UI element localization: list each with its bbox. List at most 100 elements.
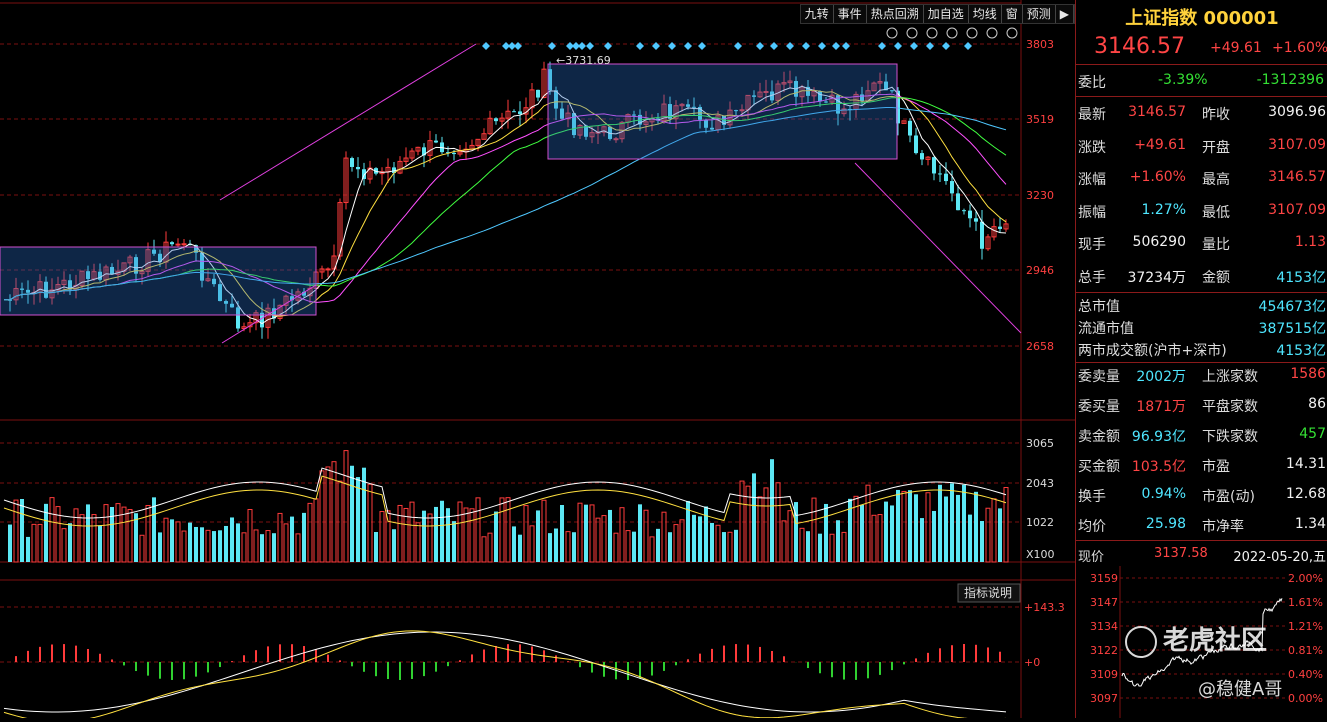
volume-bar-131 [787, 510, 793, 563]
vol-tick-3: X100 [1026, 548, 1055, 561]
volume-bar-151 [908, 490, 912, 562]
volume-bar-35 [212, 531, 216, 562]
toolbar-btn-3[interactable]: 加自选 [924, 5, 969, 23]
volume-bar-62 [374, 532, 378, 562]
toolbar-btn-0[interactable]: 九转 [801, 5, 834, 23]
volume-bar-111 [668, 532, 672, 562]
lock-icon[interactable] [946, 27, 958, 39]
volume-bar-160 [962, 484, 966, 562]
volume-bar-26 [158, 532, 162, 562]
order-row-4-cell-2: 市盈(动) [1202, 489, 1255, 505]
volume-bar-162 [974, 491, 978, 562]
volume-bar-152 [914, 494, 918, 562]
volume-bar-64 [385, 510, 391, 563]
volume-bar-37 [224, 525, 228, 562]
volume-bar-52 [313, 498, 319, 563]
signal-diamond-15 [734, 42, 742, 50]
volume-bar-92 [554, 528, 558, 562]
order-row-2-cell-0: 卖金额 [1078, 429, 1120, 445]
order-row-5-cell-0: 均价 [1078, 519, 1106, 535]
mini-right-tick-2: 1.21% [1288, 620, 1323, 633]
volume-bar-1 [8, 524, 12, 562]
watermark-logo: 老虎社区 [1125, 620, 1267, 658]
volume-bar-33 [200, 527, 204, 562]
chart-canvas[interactable]: 3803 3519 3230 2946 2658 3065 2043 1022 X100 +143… [0, 0, 1075, 722]
volume-bar-98 [589, 504, 595, 563]
hand2-icon[interactable] [926, 27, 938, 39]
order-row-4-cell-3: 12.68 [1285, 486, 1326, 502]
volume-bar-63 [379, 511, 385, 563]
quote-row-0-cell-0: 最新 [1078, 107, 1106, 123]
volume-bar-83 [499, 497, 505, 563]
mini-left-tick-0: 3159 [1090, 572, 1118, 585]
volume-bar-86 [518, 534, 522, 562]
signal-diamond-16 [756, 42, 764, 50]
price-tick-4: 2658 [1026, 340, 1054, 353]
candle-body-166 [998, 226, 1002, 229]
trend-line-2 [854, 162, 1022, 334]
volume-bar-76 [457, 501, 463, 563]
volume-bar-101 [608, 509, 612, 562]
signal-markers [482, 42, 972, 50]
mini-right-tick-4: 0.40% [1288, 668, 1323, 681]
volume-bar-47 [283, 523, 289, 563]
now-price-label: 现价 [1078, 550, 1105, 565]
volume-bar-58 [350, 465, 354, 562]
consolidation-box-1 [0, 246, 317, 316]
toolbar-btn-5[interactable]: 窗 [1002, 5, 1023, 23]
kline-chart-area[interactable]: 3803 3519 3230 2946 2658 3065 2043 1022 X100 +143… [0, 0, 1075, 722]
volume-bar-118 [710, 522, 714, 562]
toolbar-btn-7[interactable]: ▶ [1056, 5, 1074, 23]
signal-diamond-26 [926, 42, 934, 50]
volume-bar-106 [638, 504, 642, 562]
candle-body-163 [980, 221, 984, 249]
eye-icon[interactable] [886, 27, 898, 39]
price-tick-3: 2946 [1026, 264, 1054, 277]
volume-bar-164 [985, 507, 991, 563]
order-row-5-cell-3: 1.34 [1294, 516, 1326, 532]
volume-bar-125 [752, 473, 756, 562]
quote-row-1-cell-3: 3107.09 [1268, 136, 1326, 153]
candle-body-75 [452, 152, 456, 155]
vol-tick-0: 3065 [1026, 437, 1054, 450]
volume-bar-97 [584, 504, 588, 562]
signal-diamond-3 [514, 42, 522, 50]
volume-bar-57 [343, 450, 349, 563]
signal-diamond-18 [786, 42, 794, 50]
toolbar-btn-6[interactable]: 预测 [1023, 5, 1056, 23]
volume-bar-71 [427, 513, 433, 563]
volume-bar-6 [37, 523, 43, 563]
candle-body-86 [518, 111, 522, 115]
volume-bar-53 [319, 470, 325, 563]
cap-value-1: 387515亿 [1258, 321, 1326, 337]
candle-body-152 [914, 135, 918, 154]
signal-diamond-4 [548, 42, 556, 50]
volume-bar-44 [265, 530, 271, 563]
consolidation-box-2 [547, 63, 898, 160]
volume-bar-48 [290, 516, 294, 562]
weibi-value: -1312396 [1256, 72, 1324, 88]
volume-bar-59 [356, 477, 360, 562]
quote-row-5-cell-1: 37234万 [1127, 270, 1186, 286]
hand-icon[interactable] [906, 27, 918, 39]
volume-bar-55 [331, 461, 337, 563]
signal-diamond-20 [818, 42, 826, 50]
scissors-icon[interactable] [966, 27, 978, 39]
price-change: +49.61 [1210, 40, 1262, 56]
toolbar-btn-1[interactable]: 事件 [834, 5, 867, 23]
vol-tick-2: 1022 [1026, 516, 1054, 529]
toolbar-btn-4[interactable]: 均线 [969, 5, 1002, 23]
zoom-out-icon[interactable] [1006, 27, 1018, 39]
volume-bar-8 [49, 497, 55, 563]
mini-left-tick-3: 3122 [1090, 644, 1118, 657]
cap-label-1: 流通市值 [1078, 321, 1134, 337]
macd-tick-1: +0 [1024, 656, 1040, 669]
signal-diamond-7 [578, 42, 586, 50]
toolbar-btn-2[interactable]: 热点回溯 [867, 5, 924, 23]
volume-bar-3 [20, 499, 24, 562]
volume-bar-50 [302, 512, 306, 562]
candle-body-159 [956, 193, 960, 211]
zoom-in-icon[interactable] [986, 27, 998, 39]
volume-bar-147 [884, 501, 888, 562]
volume-bar-95 [572, 532, 576, 562]
